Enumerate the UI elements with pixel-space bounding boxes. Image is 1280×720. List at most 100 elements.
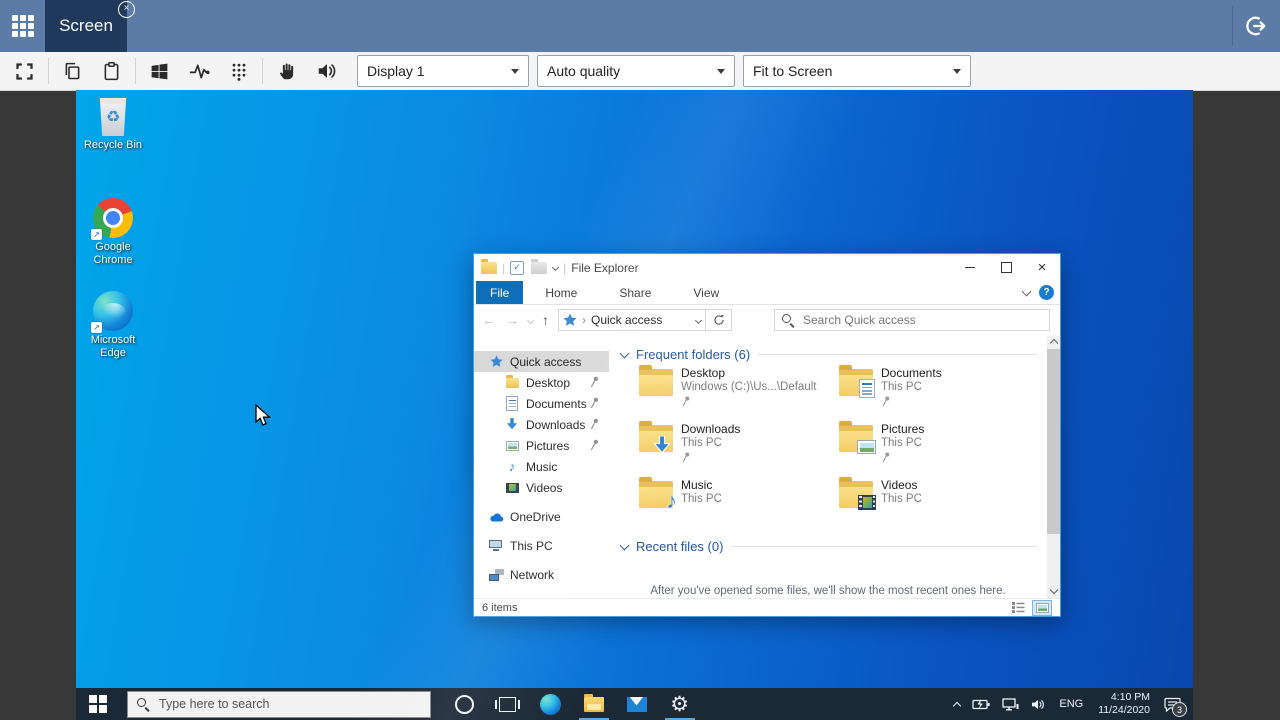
task-view-button[interactable]	[486, 688, 529, 720]
taskbar-mail-button[interactable]	[615, 688, 658, 720]
new-folder-quick-icon[interactable]	[531, 262, 547, 274]
copy-button[interactable]	[53, 56, 92, 86]
volume-tray-button[interactable]	[1025, 688, 1052, 720]
scroll-up-button[interactable]	[1047, 336, 1060, 349]
explorer-search-input[interactable]	[801, 312, 1042, 328]
speaker-icon	[1031, 698, 1046, 711]
nav-item-documents[interactable]: Documents	[474, 393, 609, 414]
taskbar-file-explorer-button[interactable]	[572, 688, 615, 720]
nav-item-onedrive[interactable]: OneDrive	[474, 506, 609, 527]
network-tray-button[interactable]	[996, 688, 1025, 720]
keypad-button[interactable]	[220, 56, 258, 86]
nav-item-videos[interactable]: Videos	[474, 477, 609, 498]
expand-ribbon-icon[interactable]	[1022, 287, 1032, 297]
logout-icon	[1242, 13, 1268, 39]
pin-icon	[590, 397, 599, 409]
address-dropdown-icon[interactable]	[696, 318, 701, 323]
folder-icon	[639, 369, 673, 396]
fullscreen-icon	[14, 61, 35, 82]
videos-icon	[506, 483, 519, 493]
tab-file[interactable]: File	[476, 281, 523, 304]
fullscreen-button[interactable]	[5, 56, 44, 86]
folder-tile-pictures[interactable]: Pictures This PC	[839, 422, 1039, 469]
help-icon[interactable]: ?	[1039, 285, 1054, 300]
performance-button[interactable]	[179, 56, 220, 86]
start-button[interactable]	[76, 688, 120, 720]
remote-desktop[interactable]: ♻ Recycle Bin ↗ Google Chrome ↗ Microsof…	[76, 90, 1193, 720]
pin-icon	[681, 396, 691, 407]
sound-button[interactable]	[307, 56, 347, 86]
taskbar-settings-button[interactable]: ⚙	[658, 688, 701, 720]
app-menu-button[interactable]	[0, 0, 45, 52]
quality-select[interactable]: Auto quality	[537, 55, 735, 87]
details-view-button[interactable]	[1008, 600, 1028, 616]
recent-files-header[interactable]: Recent files (0)	[621, 539, 1037, 554]
close-button[interactable]: ×	[1024, 254, 1060, 281]
folder-tile-music[interactable]: ♪ Music This PC	[639, 478, 839, 525]
forward-button[interactable]: →	[505, 312, 519, 328]
taskbar-search-input[interactable]	[157, 696, 421, 712]
maximize-button[interactable]	[988, 254, 1024, 281]
folder-tile-videos[interactable]: Videos This PC	[839, 478, 1039, 525]
folder-tile-documents[interactable]: Documents This PC	[839, 366, 1039, 413]
back-button[interactable]: ←	[482, 312, 496, 328]
folder-icon: ♪	[639, 481, 673, 508]
chevron-down-icon	[953, 69, 961, 74]
battery-tray-button[interactable]	[966, 688, 996, 720]
document-icon	[506, 396, 518, 411]
breadcrumb-location[interactable]: Quick access	[591, 313, 662, 327]
nav-item-quick-access[interactable]: Quick access	[474, 351, 609, 372]
scroll-down-button[interactable]	[1047, 585, 1060, 598]
properties-quick-icon[interactable]: ✓	[510, 261, 524, 275]
customize-qat-button[interactable]	[553, 265, 558, 270]
folder-tile-downloads[interactable]: Downloads This PC	[639, 422, 839, 469]
nav-item-music[interactable]: ♪ Music	[474, 456, 609, 477]
taskbar-search[interactable]	[127, 691, 431, 718]
zoom-select-value: Fit to Screen	[753, 63, 832, 79]
content-scrollbar[interactable]	[1047, 336, 1060, 598]
recycle-glyph: ♻	[98, 107, 128, 127]
window-title: File Explorer	[571, 261, 638, 275]
refresh-button[interactable]	[706, 309, 732, 331]
display-select[interactable]: Display 1	[357, 55, 529, 87]
thumbnail-view-icon	[1036, 603, 1049, 613]
thumbnail-view-button[interactable]	[1032, 600, 1052, 616]
desktop-icon-microsoft-edge[interactable]: ↗ Microsoft Edge	[76, 291, 150, 360]
tab-view[interactable]: View	[679, 281, 733, 304]
nav-item-network[interactable]: Network	[474, 564, 609, 585]
screen-tab[interactable]: Screen ×	[45, 0, 127, 52]
taskbar-clock[interactable]: 4:10 PM 11/24/2020	[1090, 691, 1158, 717]
minimize-button[interactable]	[952, 254, 988, 281]
group-header-rule	[731, 546, 1037, 547]
address-bar[interactable]: › Quick access	[558, 309, 706, 331]
folder-tile-desktop[interactable]: Desktop Windows (C:)\Us...\Default	[639, 366, 839, 413]
nav-item-pictures[interactable]: Pictures	[474, 435, 609, 456]
pin-icon	[590, 418, 599, 430]
mail-icon	[627, 697, 647, 712]
recent-locations-button[interactable]	[528, 318, 533, 323]
up-button[interactable]: ↑	[542, 312, 549, 328]
file-explorer-window[interactable]: | ✓ | File Explorer × File Home Share Vi…	[473, 253, 1061, 617]
nav-item-downloads[interactable]: Downloads	[474, 414, 609, 435]
pan-mode-button[interactable]	[267, 56, 307, 86]
desktop-icon-google-chrome[interactable]: ↗ Google Chrome	[76, 198, 150, 267]
close-tab-icon[interactable]: ×	[118, 1, 135, 18]
nav-item-desktop[interactable]: Desktop	[474, 372, 609, 393]
cortana-button[interactable]	[443, 688, 486, 720]
disconnect-button[interactable]	[1238, 10, 1272, 42]
send-windows-key-button[interactable]	[140, 56, 179, 86]
explorer-search[interactable]	[774, 309, 1050, 331]
tab-home[interactable]: Home	[531, 281, 591, 304]
nav-item-this-pc[interactable]: This PC	[474, 535, 609, 556]
paste-button[interactable]	[92, 56, 131, 86]
tab-share[interactable]: Share	[605, 281, 665, 304]
language-indicator[interactable]: ENG	[1052, 698, 1090, 710]
explorer-titlebar[interactable]: | ✓ | File Explorer ×	[474, 254, 1060, 281]
taskbar-edge-button[interactable]	[529, 688, 572, 720]
tray-expand-button[interactable]	[948, 688, 966, 720]
scrollbar-thumb[interactable]	[1047, 349, 1060, 534]
action-center-button[interactable]: 3	[1158, 688, 1193, 720]
zoom-select[interactable]: Fit to Screen	[743, 55, 971, 87]
frequent-folders-header[interactable]: Frequent folders (6)	[621, 347, 1037, 362]
desktop-icon-recycle-bin[interactable]: ♻ Recycle Bin	[76, 98, 150, 152]
